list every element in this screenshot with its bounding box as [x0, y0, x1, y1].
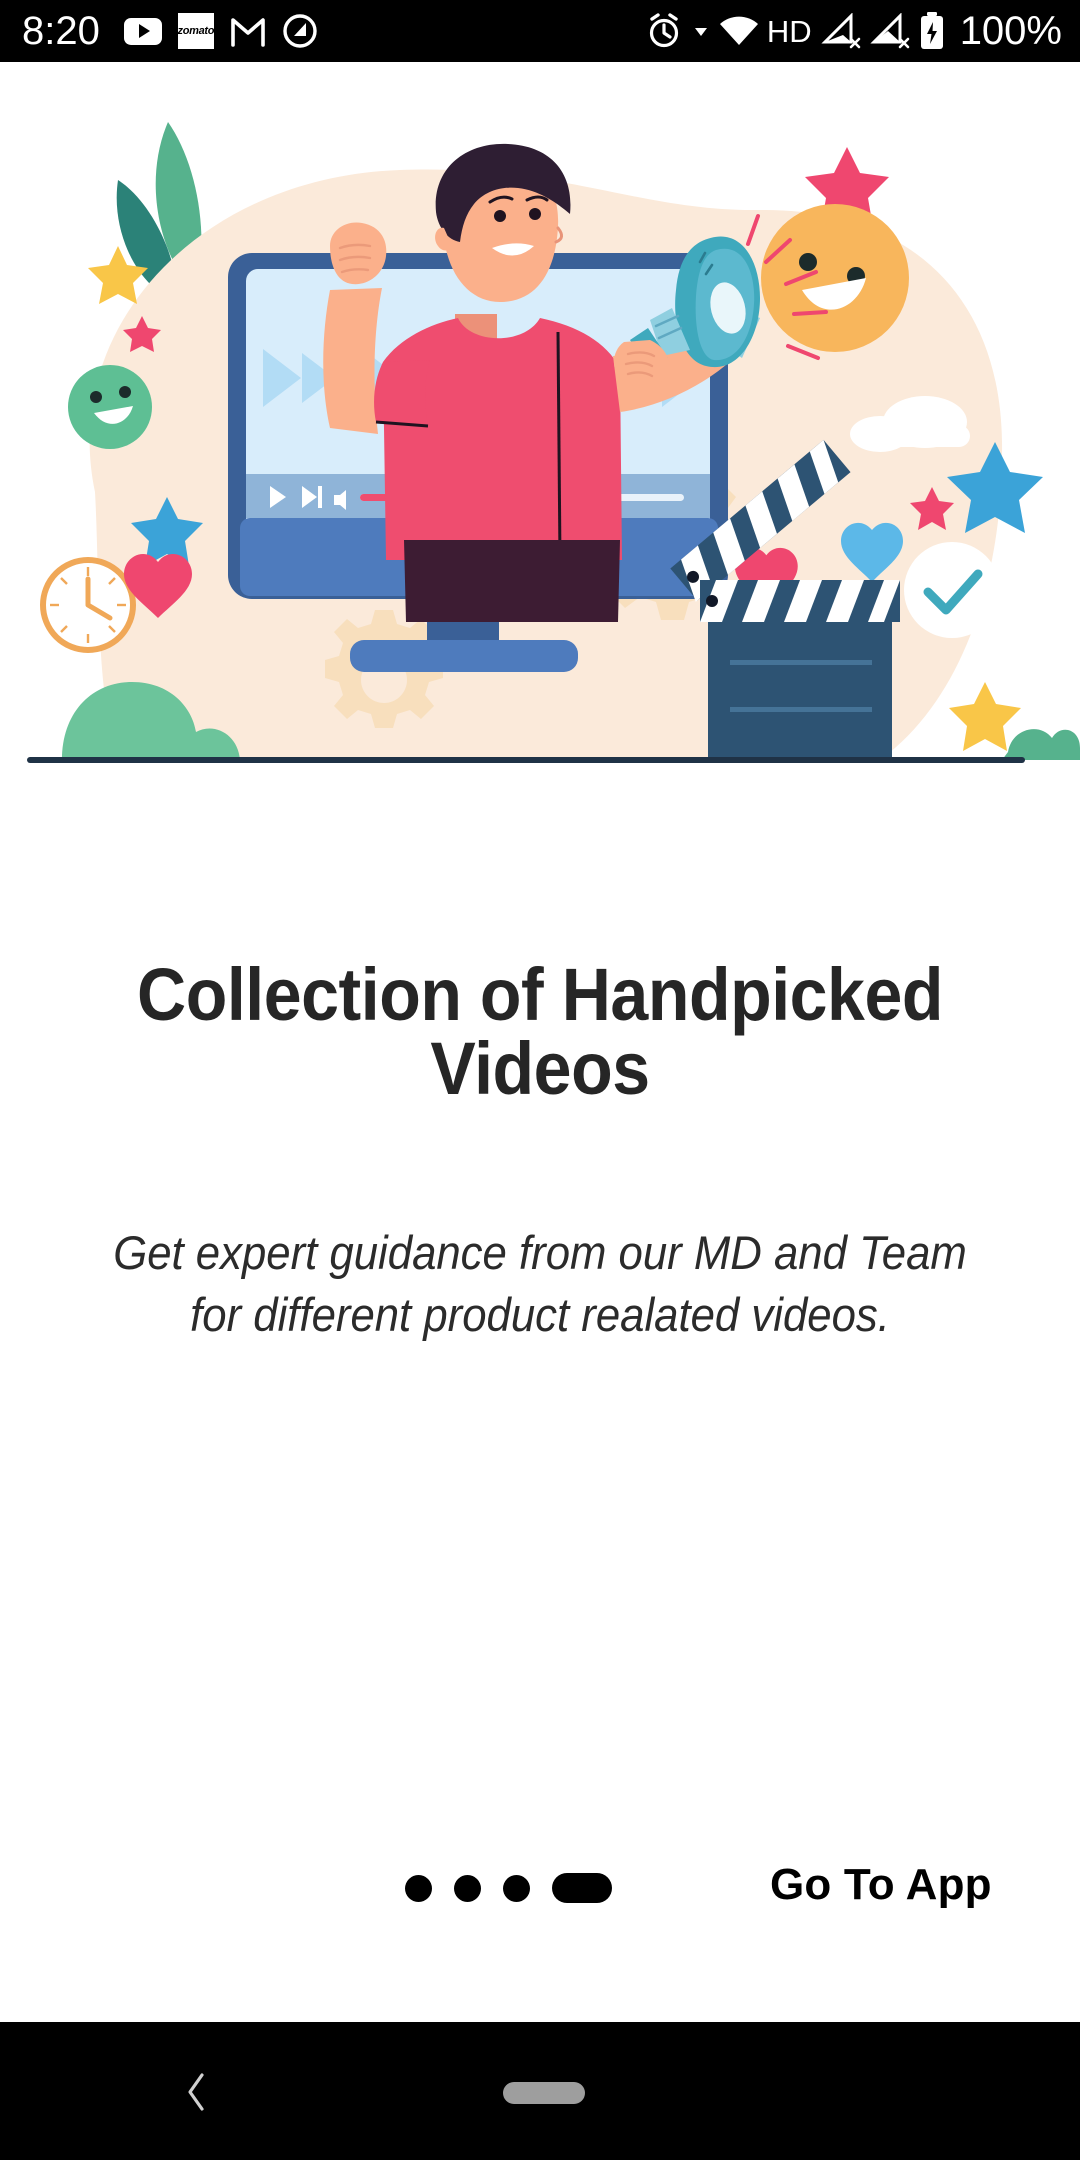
checkmark-circle-icon	[904, 542, 1000, 638]
system-navigation-bar	[0, 2022, 1080, 2160]
back-icon[interactable]	[183, 2072, 209, 2112]
page-indicator-dot-1[interactable]	[405, 1874, 432, 1902]
app-circle-icon	[283, 14, 317, 48]
page-indicator-dot-4-active[interactable]	[552, 1873, 612, 1903]
star-yellow-right	[949, 682, 1021, 751]
go-to-app-button[interactable]: Go To App	[770, 1863, 992, 1907]
wifi-icon	[719, 16, 758, 45]
page-indicator-dot-3[interactable]	[503, 1874, 530, 1902]
battery-percentage: 100%	[959, 9, 1062, 53]
home-pill-icon[interactable]	[503, 2082, 585, 2104]
smiley-green-icon	[68, 365, 152, 449]
pants	[404, 540, 620, 622]
monitor-foot	[350, 640, 578, 672]
signal-no-sim-1-icon	[821, 13, 860, 49]
page-indicator-dot-2[interactable]	[454, 1874, 481, 1902]
handpicked-videos-illustration	[27, 122, 1080, 763]
status-bar-notification-icons: zomato	[123, 13, 318, 49]
onboarding-screen: 8:20 zomato HD 100% Collection of Handpi…	[0, 0, 1080, 2160]
sleeve-left	[374, 360, 430, 426]
hero-illustration	[0, 62, 1080, 772]
alarm-icon	[649, 13, 679, 48]
youtube-icon	[123, 17, 162, 45]
page-subtitle: Get expert guidance from our MD and Team…	[113, 1226, 967, 1342]
gmail-icon	[231, 18, 265, 47]
signal-no-sim-2-icon	[870, 13, 909, 49]
shirt-fold	[556, 331, 562, 561]
leaf-green-bottom-right	[1002, 729, 1080, 760]
cloud-top-right	[709, 150, 804, 190]
shirt	[383, 318, 622, 560]
chevron-down-icon	[694, 28, 707, 36]
raised-arm	[323, 288, 382, 434]
hd-indicator: HD	[766, 13, 812, 49]
page-indicator	[405, 1873, 612, 1903]
status-bar: 8:20 zomato HD 100%	[0, 0, 1080, 62]
status-bar-system-icons: HD 100%	[644, 11, 1062, 51]
status-bar-clock: 8:20	[22, 9, 100, 53]
smiley-orange-icon	[761, 204, 909, 352]
page-title: Collection of Handpicked Videos	[136, 953, 943, 1110]
zomato-icon: zomato	[178, 13, 215, 49]
battery-charging-icon	[920, 12, 943, 49]
clock-icon	[40, 557, 136, 653]
